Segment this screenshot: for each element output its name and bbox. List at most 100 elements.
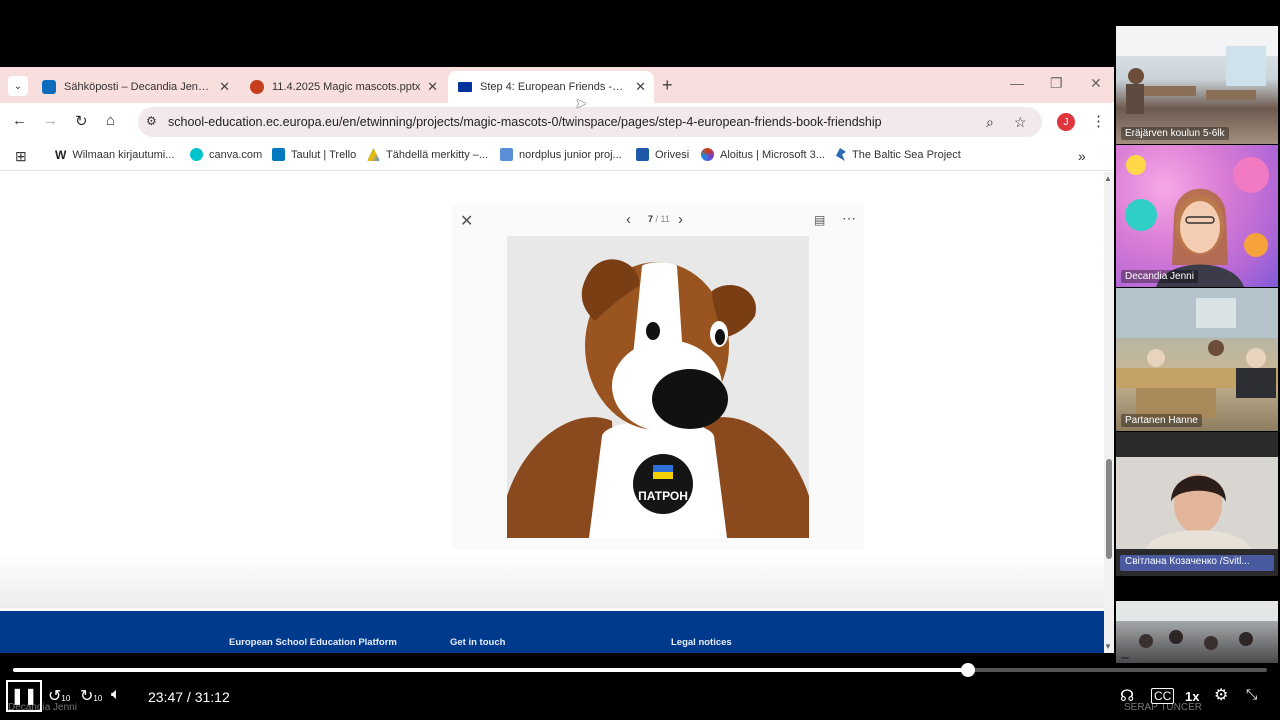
ghost-speaker-name: Decandia Jenni [8, 702, 77, 713]
browser-menu-icon[interactable]: ⋮ [1091, 112, 1106, 130]
restore-icon[interactable]: ❐ [1050, 75, 1063, 92]
mouse-cursor-icon: ➤ [575, 95, 587, 111]
bookmark-canva[interactable]: canva.com [190, 148, 262, 161]
participant-name: Eräjärven koulun 5-6lk [1121, 127, 1229, 140]
eu-flag-icon [458, 82, 472, 92]
participant-name [1121, 657, 1129, 659]
caption-icon[interactable]: ▤ [814, 213, 825, 227]
tab-title: Sähköposti – Decandia Jenni – ( [64, 81, 214, 93]
bookmark-label: canva.com [209, 148, 263, 161]
participant-name: Світлана Козаченко /Svitl... [1125, 556, 1250, 567]
baltic-sea-icon [836, 148, 846, 161]
back-icon[interactable]: ← [12, 112, 27, 129]
captions-icon: CC [1154, 689, 1172, 703]
tab-search-icon[interactable]: ⌄ [8, 76, 28, 96]
close-icon[interactable]: ✕ [219, 79, 230, 95]
close-icon[interactable]: ✕ [635, 79, 646, 95]
participant-tile[interactable]: Eräjärven koulun 5-6lk [1116, 26, 1278, 144]
video-player: ⌄ Sähköposti – Decandia Jenni – ( ✕ 11.4… [0, 0, 1280, 720]
bookmark-label: Tähdellä merkitty –... [386, 148, 489, 161]
new-tab-button[interactable]: + [662, 75, 673, 96]
playback-progress-bar[interactable] [13, 663, 1267, 677]
browser-window: ⌄ Sähköposti – Decandia Jenni – ( ✕ 11.4… [0, 67, 1114, 653]
tab-european-friends[interactable]: Step 4: European Friends - Bool ✕ [448, 71, 654, 103]
skip-forward-button[interactable]: ↻10 [80, 686, 102, 706]
zoom-icon[interactable]: ⌕ [986, 114, 994, 131]
apps-grid-icon[interactable]: ⊞ [15, 148, 27, 165]
page-scrollbar[interactable]: ▲ ▼ [1104, 172, 1114, 653]
participant-tile[interactable]: Світлана Козаченко /Svitl... [1116, 432, 1278, 576]
browser-toolbar: ← → ↻ ⌂ ⚙ school-education.ec.europa.eu/… [0, 103, 1114, 141]
close-viewer-icon[interactable]: ✕ [460, 211, 473, 231]
bookmark-label: Taulut | Trello [291, 148, 357, 161]
bookmark-label: Orivesi [655, 148, 690, 161]
url-text[interactable]: school-education.ec.europa.eu/en/etwinni… [168, 115, 882, 129]
participant-tile[interactable]: Decandia Jenni [1116, 145, 1278, 287]
image-counter: 7 / 11 [648, 214, 670, 224]
tab-powerpoint[interactable]: 11.4.2025 Magic mascots.pptx ✕ [240, 71, 446, 103]
bookmark-wilma[interactable]: W Wilmaan kirjautumi... [55, 148, 175, 162]
volume-icon: 🔈︎ [111, 686, 121, 703]
exit-fullscreen-button[interactable]: ⤡ [1246, 686, 1257, 703]
page-content: ✕ ‹ 7 / 11 › ▤ ⋯ ПАТРОН European School … [0, 172, 1114, 653]
close-window-icon[interactable]: ✕ [1090, 75, 1102, 92]
footer-link-contact[interactable]: Get in touch [450, 637, 505, 648]
participant-tile[interactable]: Partanen Hanne [1116, 288, 1278, 431]
close-icon[interactable]: ✕ [427, 79, 438, 95]
footer-link-platform[interactable]: European School Education Platform [229, 637, 397, 648]
bookmark-drive[interactable]: Tähdellä merkitty –... [367, 148, 488, 161]
exit-fullscreen-icon: ⤡ [1246, 686, 1258, 702]
drive-icon [367, 148, 380, 161]
minimize-icon[interactable]: — [1010, 75, 1024, 91]
profile-avatar[interactable]: J [1057, 113, 1075, 131]
forward-icon[interactable]: → [43, 112, 58, 129]
bookmark-label: Wilmaan kirjautumi... [72, 148, 175, 161]
trello-icon [272, 148, 285, 161]
bookmark-trello[interactable]: Taulut | Trello [272, 148, 356, 161]
counter-current: 7 [648, 214, 654, 224]
participant-name: Decandia Jenni [1121, 270, 1198, 283]
bookmarks-bar: ⊞ W Wilmaan kirjautumi... canva.com Taul… [0, 141, 1114, 171]
home-icon[interactable]: ⌂ [106, 112, 115, 129]
bookmark-label: Aloitus | Microsoft 3... [720, 148, 825, 161]
ghost-participant-name: SERAP TUNCER [1124, 702, 1202, 713]
mascot-photo: ПАТРОН [507, 236, 809, 538]
reload-icon[interactable]: ↻ [75, 112, 88, 130]
scrollbar-thumb[interactable] [1106, 459, 1112, 559]
previous-image-icon[interactable]: ‹ [626, 211, 631, 228]
skip-forward-label: 10 [93, 694, 103, 703]
volume-button[interactable]: 🔈︎ [111, 686, 121, 704]
bookmark-nordplus[interactable]: nordplus junior proj... [500, 148, 622, 161]
classroom-video [1116, 601, 1278, 650]
image-viewer: ✕ ‹ 7 / 11 › ▤ ⋯ ПАТРОН [452, 205, 864, 549]
bookmark-microsoft[interactable]: Aloitus | Microsoft 3... [701, 148, 825, 161]
bookmark-orivesi[interactable]: Orivesi [636, 148, 689, 161]
tab-bar: ⌄ Sähköposti – Decandia Jenni – ( ✕ 11.4… [0, 67, 1114, 103]
dog-mascot-image: ПАТРОН [507, 236, 809, 538]
scroll-down-icon[interactable]: ▼ [1104, 642, 1112, 651]
microsoft365-icon [701, 148, 714, 161]
forward-icon: ↻ [80, 688, 94, 705]
bookmark-baltic-sea[interactable]: The Baltic Sea Project [836, 148, 961, 161]
next-image-icon[interactable]: › [678, 211, 683, 228]
counter-total: / 11 [655, 214, 670, 224]
footer-link-legal[interactable]: Legal notices [671, 637, 732, 648]
tab-title: Step 4: European Friends - Bool [480, 81, 626, 93]
address-bar[interactable]: ⚙ school-education.ec.europa.eu/en/etwin… [138, 107, 1042, 137]
gear-icon: ⚙ [1214, 687, 1229, 704]
more-bookmarks-icon[interactable]: » [1078, 148, 1086, 164]
progress-handle[interactable] [961, 663, 976, 677]
progress-fill [13, 668, 969, 672]
participant-tile[interactable] [1116, 601, 1278, 663]
page-fade [0, 552, 1104, 608]
participant-name: Partanen Hanne [1121, 414, 1202, 427]
tab-outlook[interactable]: Sähköposti – Decandia Jenni – ( ✕ [32, 71, 238, 103]
more-options-icon[interactable]: ⋯ [842, 210, 856, 227]
settings-button[interactable]: ⚙ [1214, 685, 1228, 705]
scroll-up-icon[interactable]: ▲ [1104, 174, 1112, 183]
bookmark-label: nordplus junior proj... [519, 148, 622, 161]
site-info-icon[interactable]: ⚙ [146, 114, 157, 128]
outlook-icon [42, 80, 56, 94]
site-footer: European School Education Platform Get i… [0, 611, 1104, 653]
bookmark-star-icon[interactable]: ☆ [1014, 114, 1027, 131]
